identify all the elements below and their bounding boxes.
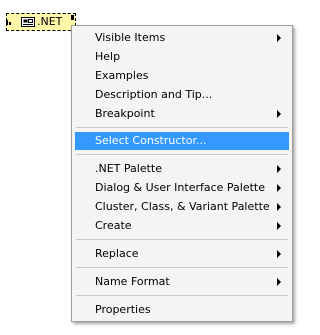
node-label: .NET (37, 15, 63, 28)
dotnet-constructor-node[interactable]: .NET (6, 13, 76, 31)
submenu-arrow-icon (277, 110, 281, 118)
menu-item-label: Breakpoint (95, 107, 155, 120)
menu-item-create[interactable]: Create (75, 217, 289, 235)
submenu-arrow-icon (277, 34, 281, 42)
submenu-arrow-icon (277, 165, 281, 173)
menu-separator (76, 127, 288, 128)
menu-item-label: Help (95, 50, 121, 63)
menu-item-properties[interactable]: Properties (75, 301, 289, 319)
context-menu: Visible Items Help Examples Description … (71, 25, 293, 322)
submenu-arrow-icon (277, 222, 281, 230)
menu-separator (76, 295, 288, 296)
menu-item-label: Dialog & User Interface Palette (95, 181, 266, 194)
menu-item-dialog-ui-palette[interactable]: Dialog & User Interface Palette (75, 179, 289, 197)
submenu-arrow-icon (277, 278, 281, 286)
submenu-arrow-icon (277, 203, 281, 211)
menu-item-help[interactable]: Help (75, 48, 289, 66)
menu-item-label: Name Format (95, 275, 170, 288)
menu-item-dotnet-palette[interactable]: .NET Palette (75, 160, 289, 178)
output-terminal-icon[interactable] (70, 15, 76, 21)
menu-item-examples[interactable]: Examples (75, 67, 289, 85)
menu-item-replace[interactable]: Replace (75, 245, 289, 263)
menu-item-label: .NET Palette (95, 162, 162, 175)
menu-item-cluster-class-variant-palette[interactable]: Cluster, Class, & Variant Palette (75, 198, 289, 216)
block-diagram-canvas: .NET Visible Items Help Examples Descrip… (0, 0, 308, 335)
menu-separator (76, 239, 288, 240)
input-terminal-icon[interactable] (6, 20, 12, 26)
menu-item-label: Select Constructor... (95, 134, 207, 147)
menu-item-label: Cluster, Class, & Variant Palette (95, 200, 270, 213)
menu-item-label: Description and Tip... (95, 88, 213, 101)
submenu-arrow-icon (277, 250, 281, 258)
submenu-arrow-icon (277, 184, 281, 192)
menu-item-breakpoint[interactable]: Breakpoint (75, 105, 289, 123)
menu-item-label: Replace (95, 247, 139, 260)
menu-separator (76, 267, 288, 268)
menu-item-name-format[interactable]: Name Format (75, 273, 289, 291)
menu-item-select-constructor[interactable]: Select Constructor... (75, 132, 289, 150)
menu-item-label: Properties (95, 303, 151, 316)
menu-item-description-and-tip[interactable]: Description and Tip... (75, 86, 289, 104)
menu-item-visible-items[interactable]: Visible Items (75, 29, 289, 47)
dotnet-constructor-icon (21, 17, 35, 27)
menu-item-label: Visible Items (95, 31, 166, 44)
menu-item-label: Examples (95, 69, 149, 82)
menu-separator (76, 154, 288, 155)
menu-item-label: Create (95, 219, 132, 232)
